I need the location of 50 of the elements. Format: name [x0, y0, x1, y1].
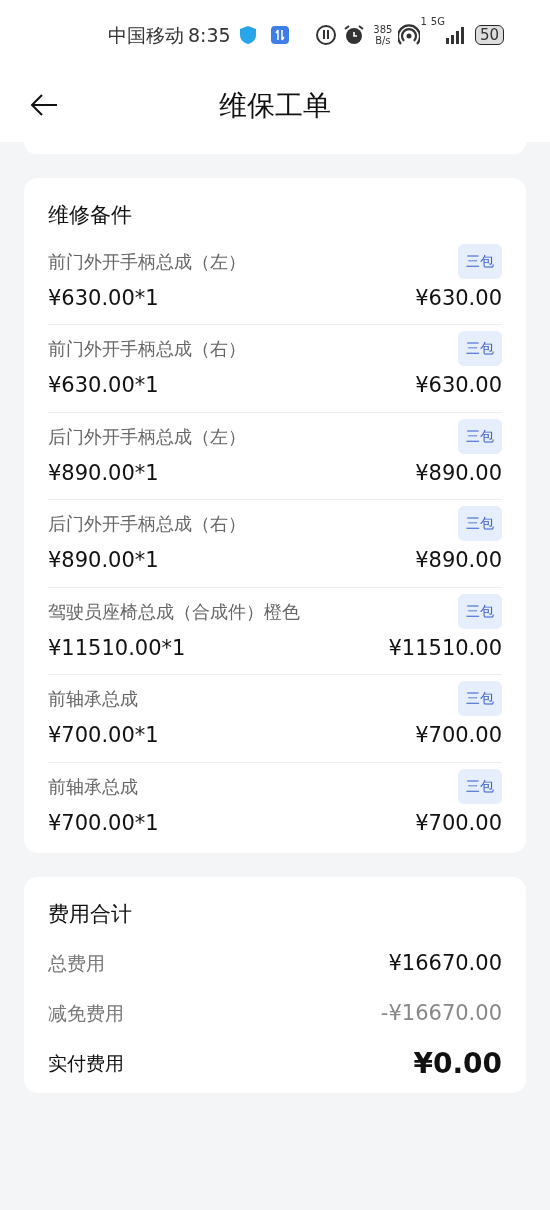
part-name: 驾驶员座椅总成（合成件）橙色 — [48, 599, 300, 624]
sim-number: 1 — [420, 16, 427, 27]
part-name: 后门外开手柄总成（右） — [48, 512, 246, 536]
cost-label: 实付费用 — [48, 1051, 124, 1077]
warranty-tag: 三包 — [458, 331, 502, 366]
arrows-icon — [270, 26, 289, 44]
clock-time: 8:35 — [188, 22, 231, 48]
line-total: ¥700.00 — [415, 809, 502, 837]
unit-price: ¥11510.00*1 — [48, 634, 186, 662]
section-title: 费用合计 — [48, 901, 133, 928]
unit-price: ¥700.00*1 — [48, 722, 159, 749]
cost-value: ¥16670.00 — [388, 949, 502, 977]
unit-price: ¥630.00*1 — [48, 284, 159, 312]
part-name: 前轴承总成 — [48, 687, 138, 711]
cost-label: 总费用 — [48, 951, 105, 977]
warranty-tag: 三包 — [458, 593, 502, 629]
part-name: 后门外开手柄总成（左） — [48, 424, 246, 449]
part-name: 前门外开手柄总成（左） — [48, 249, 246, 274]
line-total: ¥700.00 — [415, 722, 502, 749]
speed-value: 385 — [373, 24, 393, 35]
network-type: 5G — [430, 16, 445, 27]
shield-icon — [238, 25, 257, 45]
unit-price: ¥890.00*1 — [48, 459, 159, 487]
back-arrow-icon — [30, 92, 58, 117]
cost-value: -¥16670.00 — [380, 999, 502, 1027]
warranty-tag: 三包 — [458, 506, 502, 541]
warranty-tag: 三包 — [458, 418, 502, 454]
unit-price: ¥630.00*1 — [48, 372, 159, 399]
warranty-tag: 三包 — [458, 768, 502, 804]
cost-label: 减免费用 — [48, 1001, 124, 1027]
hotspot-icon — [398, 24, 421, 46]
section-title: 维修备件 — [48, 202, 133, 229]
warranty-tag: 三包 — [458, 243, 502, 279]
line-total: ¥890.00 — [415, 459, 502, 487]
unit-price: ¥700.00*1 — [48, 809, 159, 837]
alarm-icon — [343, 24, 366, 46]
battery-indicator: 50 — [474, 25, 504, 45]
cost-value: ¥0.00 — [413, 1045, 502, 1082]
line-total: ¥630.00 — [415, 372, 502, 399]
part-name: 前门外开手柄总成（右） — [48, 337, 246, 361]
speed-unit: B/s — [374, 35, 392, 46]
page-title: 维保工单 — [219, 88, 331, 124]
signal-icon — [444, 26, 467, 44]
line-total: ¥11510.00 — [388, 634, 502, 662]
carrier-name: 中国移动 — [108, 22, 184, 48]
line-total: ¥890.00 — [415, 547, 502, 574]
line-total: ¥630.00 — [415, 284, 502, 312]
unit-price: ¥890.00*1 — [48, 547, 159, 574]
part-name: 前轴承总成 — [48, 774, 138, 799]
warranty-tag: 三包 — [458, 681, 502, 716]
